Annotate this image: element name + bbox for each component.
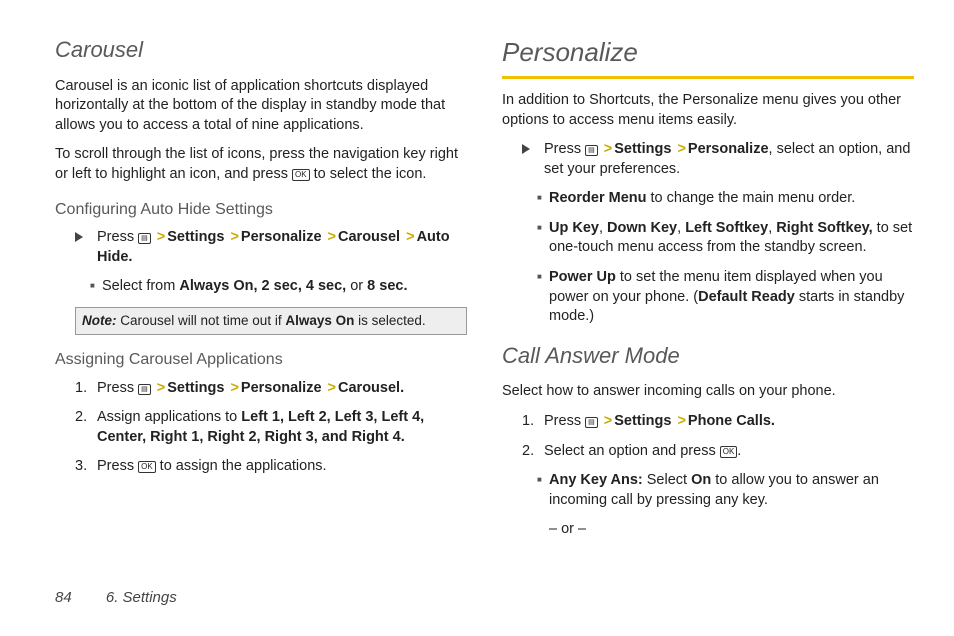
personalize-opt-reorder: ■ Reorder Menu to change the main menu o… [537, 189, 914, 209]
menu-key-icon: ▤ [138, 233, 151, 244]
heading-call-answer: Call Answer Mode [502, 341, 914, 371]
menu-key-icon: ▤ [585, 417, 598, 428]
triangle-bullet-icon [75, 232, 83, 242]
menu-key-icon: ▤ [585, 145, 598, 156]
assign-step-1: 1. Press ▤ >Settings >Personalize >Carou… [75, 379, 467, 399]
heading-config-autohide: Configuring Auto Hide Settings [55, 199, 467, 221]
or-separator: – or – [549, 520, 914, 540]
heading-assign-apps: Assigning Carousel Applications [55, 349, 467, 371]
menu-key-icon: ▤ [138, 384, 151, 395]
call-step-1: 1. Press ▤ >Settings >Phone Calls. [522, 412, 914, 432]
call-desc: Select how to answer incoming calls on y… [502, 382, 914, 402]
personalize-opt-keys: ■ Up Key, Down Key, Left Softkey, Right … [537, 219, 914, 258]
ok-key-icon: OK [720, 446, 738, 458]
right-column: Personalize In addition to Shortcuts, th… [502, 35, 914, 535]
assign-step-2: 2. Assign applications to Left 1, Left 2… [75, 408, 467, 447]
assign-step-3: 3. Press OK to assign the applications. [75, 457, 467, 477]
carousel-desc-2: To scroll through the list of icons, pre… [55, 145, 467, 184]
square-bullet-icon: ■ [537, 268, 549, 327]
personalize-opt-powerup: ■ Power Up to set the menu item displaye… [537, 268, 914, 327]
triangle-bullet-icon [522, 144, 530, 154]
square-bullet-icon: ■ [537, 189, 549, 209]
page-number: 84 [55, 589, 72, 606]
config-select-options: ■ Select from Always On, 2 sec, 4 sec, o… [90, 277, 467, 297]
personalize-step-press: Press ▤ >Settings >Personalize, select a… [522, 140, 914, 179]
ok-key-icon: OK [292, 169, 310, 181]
square-bullet-icon: ■ [90, 277, 102, 297]
page-footer: 84 6. Settings [55, 589, 177, 606]
page-body: Carousel Carousel is an iconic list of a… [0, 0, 954, 555]
left-column: Carousel Carousel is an iconic list of a… [55, 35, 467, 535]
call-step-2: 2. Select an option and press OK. [522, 442, 914, 462]
heading-personalize: Personalize [502, 35, 914, 70]
heading-carousel: Carousel [55, 35, 467, 65]
personalize-desc: In addition to Shortcuts, the Personaliz… [502, 91, 914, 130]
config-step-press: Press ▤ >Settings >Personalize >Carousel… [75, 228, 467, 267]
call-opt-anykey: ■ Any Key Ans: Select On to allow you to… [537, 471, 914, 510]
square-bullet-icon: ■ [537, 219, 549, 258]
heading-rule [502, 76, 914, 79]
ok-key-icon: OK [138, 461, 156, 473]
note-box: Note: Carousel will not time out if Alwa… [75, 307, 467, 335]
carousel-desc-1: Carousel is an iconic list of applicatio… [55, 77, 467, 136]
square-bullet-icon: ■ [537, 471, 549, 510]
section-label: 6. Settings [106, 589, 177, 606]
